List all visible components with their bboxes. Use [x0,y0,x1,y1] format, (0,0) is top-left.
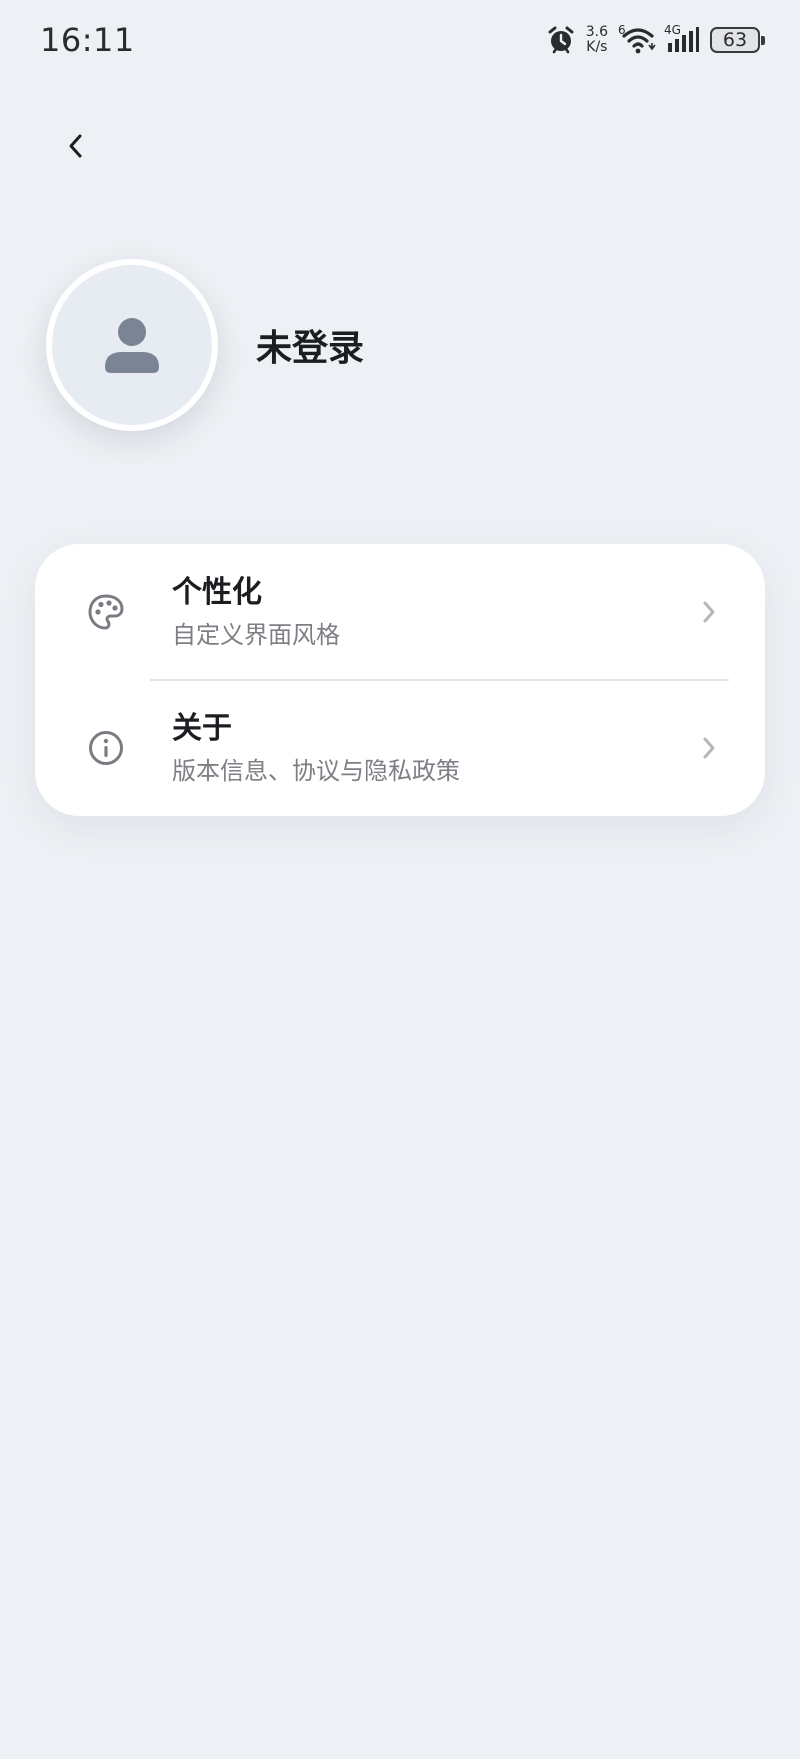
status-indicators: 3.6 K/s 6 4G 63 [546,23,765,55]
wifi-generation: 6 [618,23,626,37]
menu-item-personalization[interactable]: 个性化 自定义界面风格 [35,544,765,680]
menu-item-text: 个性化 自定义界面风格 [172,575,340,649]
chevron-right-icon [697,600,721,624]
network-speed: 3.6 K/s [586,25,608,55]
menu-item-text: 关于 版本信息、协议与隐私政策 [172,711,460,785]
settings-menu-card: 个性化 自定义界面风格 关于 版本信息、协议与隐私政策 [35,544,765,816]
status-time: 16:11 [40,21,135,59]
menu-item-title: 个性化 [172,575,262,610]
wifi-status: 6 [618,23,656,54]
alarm-icon [546,25,576,55]
cellular-label: 4G [664,23,681,37]
cellular-status: 4G [664,23,700,54]
menu-item-subtitle: 自定义界面风格 [172,621,340,649]
chevron-left-icon [69,134,82,158]
battery-level: 63 [722,29,748,51]
battery-indicator: 63 [710,27,765,53]
back-button[interactable] [56,126,96,166]
settings-page: 16:11 3.6 K/s 6 4G 63 未登录 个性化 自定义界面风格 关于… [0,0,800,1759]
network-speed-unit: K/s [586,39,608,55]
person-icon [105,318,159,373]
chevron-right-icon [697,736,721,760]
palette-icon [85,591,127,633]
menu-item-subtitle: 版本信息、协议与隐私政策 [172,757,460,785]
info-icon [85,727,127,769]
network-speed-value: 3.6 [585,24,608,40]
avatar[interactable] [46,259,218,431]
menu-item-title: 关于 [172,711,232,746]
menu-item-about[interactable]: 关于 版本信息、协议与隐私政策 [35,680,765,816]
login-status-label[interactable]: 未登录 [256,319,364,371]
profile-section[interactable]: 未登录 [46,258,364,432]
status-bar: 16:11 3.6 K/s 6 4G 63 [0,0,800,80]
